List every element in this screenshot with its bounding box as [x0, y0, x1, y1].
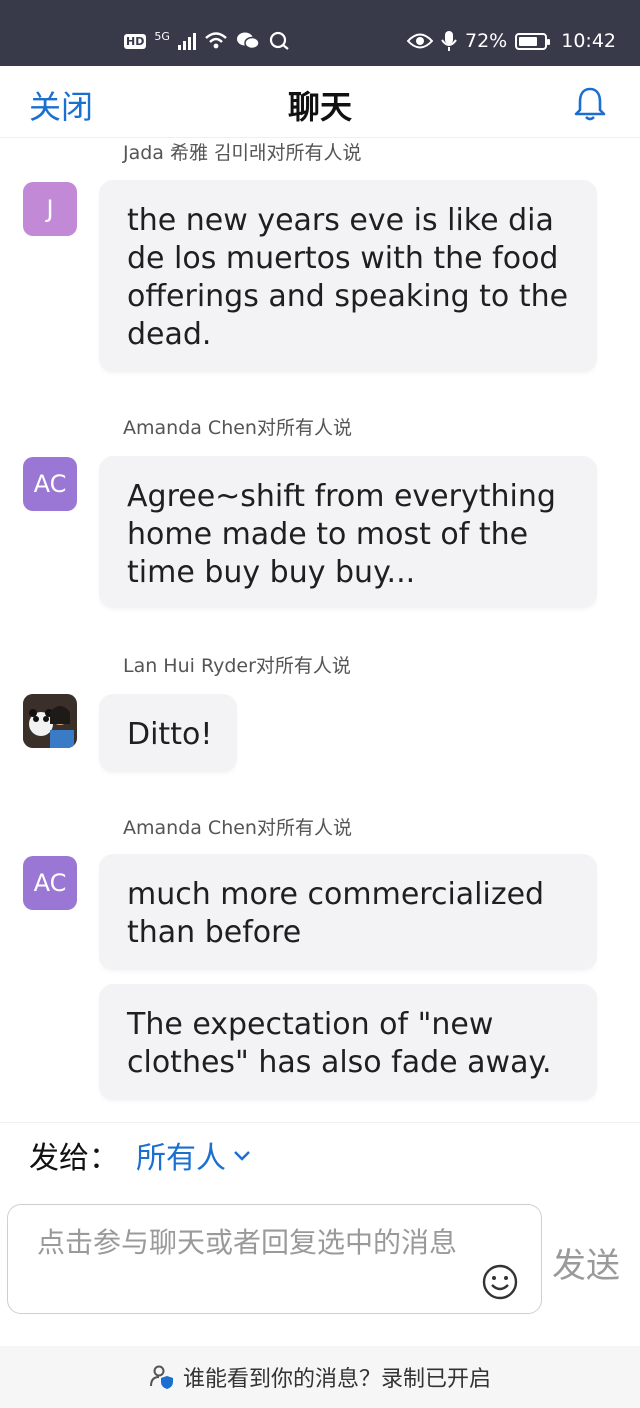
signal-icon [177, 32, 196, 50]
send-button[interactable]: 发送 [552, 1238, 620, 1287]
send-to-row: 发给： 所有人 [0, 1122, 640, 1182]
message-bubble[interactable]: Ditto! [99, 694, 237, 772]
status-right: 72% 10:42 [407, 26, 616, 56]
privacy-notice-text: 谁能看到你的消息？录制已开启 [182, 1367, 491, 1392]
emoji-icon[interactable] [481, 1263, 519, 1301]
profile-photo-icon [23, 694, 77, 748]
message-input-placeholder: 点击参与聊天或者回复选中的消息 [37, 1226, 458, 1259]
page-title: 聊天 [287, 88, 352, 126]
message-bubble[interactable]: The expectation of "new clothes" has als… [99, 984, 597, 1100]
message-bubble[interactable]: Agree~shift from everything home made to… [99, 456, 597, 608]
network-type: 5G [154, 29, 170, 43]
status-left: HD 5G [124, 26, 290, 56]
battery-percent: 72% [465, 30, 508, 52]
battery-icon [515, 32, 551, 50]
privacy-notice[interactable]: 谁能看到你的消息？录制已开启 [0, 1346, 640, 1408]
chevron-down-icon [234, 1151, 250, 1161]
eye-icon [407, 33, 433, 49]
wifi-icon [205, 32, 227, 49]
chat-header: 关闭 聊天 [0, 66, 640, 138]
message-bubble[interactable]: much more commercialized than before [99, 854, 597, 970]
recipient-selector[interactable]: 所有人 [136, 1133, 252, 1177]
message-bubble[interactable]: the new years eve is like dia de los mue… [99, 180, 597, 372]
message-sender: Jada 希雅 김미래对所有人说 [123, 142, 362, 164]
status-bar: HD 5G 72% 10:42 [0, 0, 640, 66]
send-to-label: 发给： [29, 1141, 119, 1176]
avatar[interactable]: AC [23, 457, 77, 511]
clock-time: 10:42 [561, 30, 616, 52]
avatar[interactable]: AC [23, 856, 77, 910]
user-shield-icon [149, 1365, 173, 1389]
wechat-icon [236, 32, 260, 50]
hd-icon: HD [124, 33, 147, 49]
chat-message-list[interactable]: Jada 希雅 김미래对所有人说 J the new years eve is … [0, 138, 640, 1122]
microphone-icon [441, 31, 457, 51]
message-sender: Amanda Chen对所有人说 [123, 817, 352, 839]
message-input[interactable]: 点击参与聊天或者回复选中的消息 [7, 1204, 542, 1314]
recipient-label: 所有人 [136, 1141, 226, 1176]
message-sender: Lan Hui Ryder对所有人说 [123, 655, 351, 677]
message-sender: Amanda Chen对所有人说 [123, 417, 352, 439]
bell-icon[interactable] [570, 84, 610, 124]
avatar[interactable]: J [23, 182, 77, 236]
avatar[interactable] [23, 694, 77, 748]
chat-bubble-icon [269, 31, 289, 50]
